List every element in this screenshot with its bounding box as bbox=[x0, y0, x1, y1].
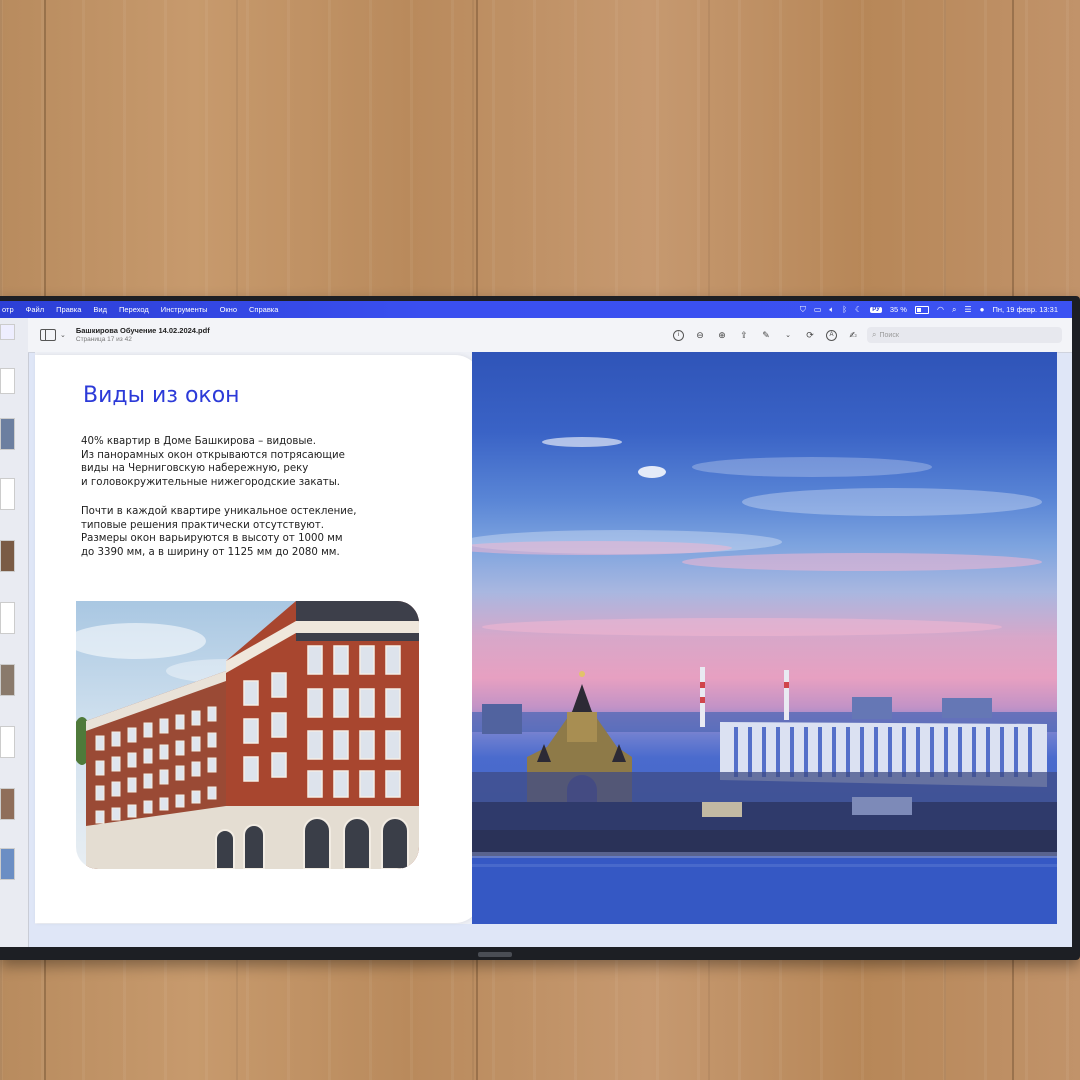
menu-view[interactable]: Вид bbox=[93, 305, 107, 314]
zoom-out-icon[interactable]: ⊖ bbox=[694, 329, 706, 341]
markup-pen-icon[interactable]: ✎ bbox=[760, 329, 772, 341]
tv-brand-logo bbox=[478, 952, 512, 957]
page-thumbnail[interactable] bbox=[0, 324, 15, 340]
page-thumbnail[interactable] bbox=[0, 418, 15, 450]
chevron-down-icon[interactable]: ⌄ bbox=[60, 331, 66, 339]
page-thumbnail[interactable] bbox=[0, 368, 15, 394]
thumbnail-sidebar bbox=[0, 318, 29, 947]
search-placeholder: Поиск bbox=[879, 331, 899, 339]
shield-icon[interactable]: ⛉ bbox=[800, 305, 806, 315]
moon-icon[interactable]: ☾ bbox=[855, 305, 862, 314]
document-page: Виды из окон 40% квартир в Доме Башкиров… bbox=[35, 352, 1057, 924]
display-icon[interactable]: ▭ bbox=[814, 305, 822, 314]
battery-icon[interactable] bbox=[914, 305, 929, 314]
page-thumbnail[interactable] bbox=[0, 788, 15, 820]
zoom-in-icon[interactable]: ⊕ bbox=[716, 329, 728, 341]
menu-edit[interactable]: Правка bbox=[56, 305, 81, 314]
markup-icon[interactable]: A bbox=[826, 329, 837, 341]
search-field[interactable]: ⌕ Поиск bbox=[867, 327, 1062, 343]
page-indicator: Страница 17 из 42 bbox=[75, 335, 132, 343]
slide-heading: Виды из окон bbox=[83, 383, 240, 408]
share-icon[interactable]: ⇪ bbox=[738, 329, 750, 341]
city-panorama-illustration bbox=[472, 437, 1057, 924]
menu-tools[interactable]: Инструменты bbox=[161, 305, 208, 314]
input-language[interactable]: РУ bbox=[870, 306, 882, 313]
clock[interactable]: Пн, 19 февр. 13:31 bbox=[992, 305, 1058, 314]
slide-paragraph-1: 40% квартир в Доме Башкирова – видовые. … bbox=[81, 436, 345, 488]
preview-toolbar: ⌄ Башкирова Обучение 14.02.2024.pdf Стра… bbox=[28, 318, 1072, 353]
document-title: Башкирова Обучение 14.02.2024.pdf bbox=[75, 326, 210, 336]
page-thumbnail[interactable] bbox=[0, 478, 15, 510]
battery-percent[interactable]: 35 % bbox=[890, 305, 907, 314]
sidebar-toggle-icon[interactable] bbox=[40, 329, 56, 341]
rotate-icon[interactable]: ⟳ bbox=[804, 329, 816, 341]
slide-paragraph-2: Почти в каждой квартире уникальное остек… bbox=[81, 506, 357, 558]
menu-go[interactable]: Переход bbox=[119, 305, 149, 314]
page-thumbnail[interactable] bbox=[0, 602, 15, 634]
menu-list: отр Файл Правка Вид Переход Инструменты … bbox=[0, 305, 278, 314]
building-illustration bbox=[76, 601, 419, 869]
page-thumbnail[interactable] bbox=[0, 726, 15, 758]
tv-monitor: отр Файл Правка Вид Переход Инструменты … bbox=[0, 296, 1080, 960]
info-icon[interactable]: i bbox=[673, 329, 684, 341]
siri-icon[interactable]: ● bbox=[980, 305, 985, 314]
toolbar-tools: i ⊖ ⊕ ⇪ ✎ ⌄ ⟳ A ✍ bbox=[673, 329, 859, 341]
form-fill-icon[interactable]: ✍ bbox=[847, 329, 859, 341]
screen: отр Файл Правка Вид Переход Инструменты … bbox=[0, 301, 1072, 947]
page-thumbnail[interactable] bbox=[0, 664, 15, 696]
menu-file[interactable]: Файл bbox=[26, 305, 44, 314]
control-center-icon[interactable]: ☰ bbox=[964, 305, 971, 314]
chevron-down-icon[interactable]: ⌄ bbox=[782, 329, 794, 341]
search-icon: ⌕ bbox=[872, 330, 877, 339]
bluetooth-icon[interactable]: ᛒ bbox=[842, 305, 847, 314]
page-thumbnail[interactable] bbox=[0, 848, 15, 880]
wifi-icon[interactable]: ◠ bbox=[937, 305, 944, 314]
page-thumbnail[interactable] bbox=[0, 540, 15, 572]
city-panorama-photo bbox=[472, 352, 1057, 924]
building-photo bbox=[76, 601, 419, 869]
volume-icon[interactable]: 🔈︎ bbox=[829, 305, 834, 315]
menu-help[interactable]: Справка bbox=[249, 305, 278, 314]
menu-view-partial[interactable]: отр bbox=[2, 305, 14, 314]
document-meta: Башкирова Обучение 14.02.2024.pdf Страни… bbox=[75, 326, 210, 343]
search-icon[interactable]: ⌕ bbox=[952, 305, 956, 315]
text-card: Виды из окон 40% квартир в Доме Башкиров… bbox=[35, 355, 481, 923]
menu-window[interactable]: Окно bbox=[220, 305, 237, 314]
menu-bar: отр Файл Правка Вид Переход Инструменты … bbox=[0, 301, 1072, 318]
status-area: ⛉ ▭ 🔈︎ ᛒ ☾ РУ 35 % ◠ ⌕ ☰ ● Пн, 19 февр. … bbox=[800, 305, 1072, 315]
